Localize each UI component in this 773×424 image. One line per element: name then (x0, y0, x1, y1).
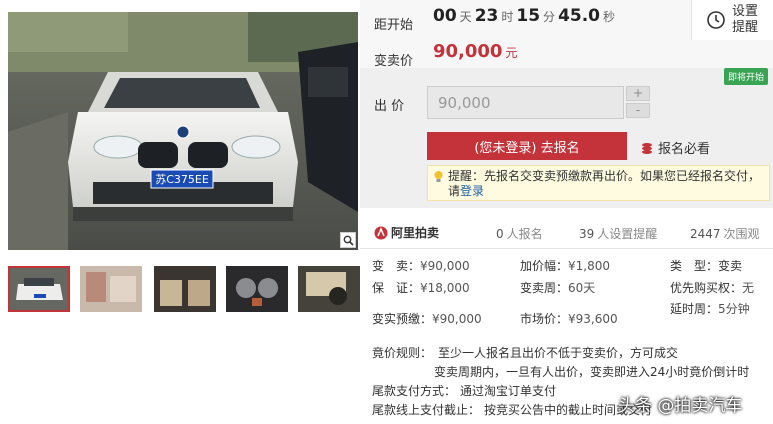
countdown-hours: 23 (474, 6, 499, 26)
priority-value: 无 (742, 281, 755, 295)
watermark-text: 头条 @拍卖汽车 (618, 396, 743, 416)
payment-deadline-label: 尾款线上支付截止： (372, 403, 481, 417)
signup-guide-link[interactable]: 报名必看 (640, 138, 710, 157)
sell-price: 变 卖：¥90,000 (372, 257, 470, 274)
reminder-label: 设置提醒 (732, 4, 759, 35)
tip-text: 先报名交变卖预缴款再出价。如果您已经报名交付，请 (448, 169, 761, 198)
car-illustration: 苏C375EE (8, 12, 358, 250)
clock-icon (707, 11, 725, 29)
reminder-count-value: 39 (579, 227, 595, 241)
payment-method-label: 尾款支付方式： (372, 384, 457, 398)
login-link[interactable]: 登录 (460, 184, 484, 198)
price-unit: 元 (505, 46, 518, 60)
countdown-seconds: 45.0 (558, 6, 601, 26)
view-count-value: 2447 (690, 227, 721, 241)
countdown-days: 00 (433, 6, 457, 26)
thumbnail-1[interactable] (8, 266, 70, 312)
sell-period: 变卖周：60天 (520, 279, 595, 296)
thumbnail-strip (8, 266, 360, 312)
market-price-label: 市场价： (520, 312, 569, 326)
seconds-unit: 秒 (603, 10, 616, 24)
auction-details: 变 卖：¥90,000 保 证：¥18,000 变实预缴：¥90,000 加价幅… (360, 252, 773, 342)
lightbulb-icon (434, 171, 443, 182)
thumbnail-3[interactable] (154, 266, 216, 312)
increment-value: ¥1,800 (568, 259, 611, 273)
market-price: 市场价：¥93,600 (520, 310, 618, 327)
prepayment-label: 变实预缴： (372, 312, 433, 326)
main-car-photo[interactable]: 苏C375EE (8, 12, 358, 250)
bid-increment: 加价幅：¥1,800 (520, 257, 610, 274)
signup-count-value: 0 (496, 227, 504, 241)
period-label: 变卖周： (520, 281, 569, 295)
bid-amount-input[interactable] (427, 86, 624, 119)
price-label: 变卖价 (374, 54, 414, 69)
signup-count-label: 人报名 (506, 227, 543, 241)
view-count-label: 次围观 (723, 227, 760, 241)
rules-text-2: 变卖周期内，一旦有人出价，变卖即进入24小时竟价倒计时 (434, 365, 750, 379)
signup-count: 0 人报名 (496, 225, 543, 242)
deposit-label: 保 证： (372, 281, 421, 295)
license-plate: 苏C375EE (155, 173, 209, 186)
rules-line-1: 竟价规则： 至少一人报名且出价不低于变卖价，方可成交 (372, 344, 772, 363)
logo-text: 阿里拍卖 (391, 226, 440, 240)
countdown-label: 距开始 (374, 18, 414, 33)
status-badge: 即将开始 (723, 68, 768, 85)
reminder-tip: 提醒：先报名交变卖预缴款再出价。如果您已经报名交付，请登录 (427, 165, 770, 201)
delay-value: 5分钟 (718, 302, 750, 316)
tip-title: 提醒： (448, 169, 485, 183)
increment-label: 加价幅： (520, 259, 569, 273)
prepayment: 变实预缴：¥90,000 (372, 310, 482, 327)
days-unit: 天 (459, 10, 472, 24)
delay-period: 延时周：5分钟 (670, 300, 750, 317)
current-price: 90,000 元 (433, 41, 517, 62)
decrease-bid-button[interactable]: - (626, 103, 650, 118)
prepayment-value: ¥90,000 (432, 312, 482, 326)
market-price-value: ¥93,600 (568, 312, 618, 326)
payment-method-value: 通过淘宝订单支付 (460, 384, 557, 398)
rules-text-1: 至少一人报名且出价不低于变卖价，方可成交 (438, 346, 679, 360)
auction-stats-bar: 阿里拍卖 0 人报名 39 人设置提醒 2447 次围观 (360, 215, 773, 249)
thumbnail-4[interactable] (226, 266, 288, 312)
reminder-count-label: 人设置提醒 (597, 227, 658, 241)
auction-type: 类 型：变卖 (670, 257, 742, 274)
sell-price-label: 变 卖： (372, 259, 421, 273)
countdown-panel: 距开始 00 天 23 时 15 分 45.0 秒 设置提醒 变卖价 90,000 元 (360, 0, 773, 69)
rules-line-2: 变卖周期内，一旦有人出价，变卖即进入24小时竟价倒计时 (372, 363, 772, 382)
period-value: 60天 (568, 281, 596, 295)
thumbnail-5[interactable] (298, 266, 360, 312)
countdown-minutes: 15 (516, 6, 541, 26)
magnifier-icon (343, 235, 354, 246)
reminder-count: 39 人设置提醒 (579, 225, 657, 242)
coins-icon (642, 142, 652, 154)
ali-auction-logo: 阿里拍卖 (374, 224, 439, 241)
deposit: 保 证：¥18,000 (372, 279, 470, 296)
hours-unit: 时 (501, 10, 514, 24)
type-value: 变卖 (718, 259, 743, 273)
countdown-timer: 00 天 23 时 15 分 45.0 秒 (433, 6, 618, 26)
type-label: 类 型： (670, 259, 719, 273)
deposit-value: ¥18,000 (420, 281, 470, 295)
signup-guide-label: 报名必看 (658, 142, 711, 157)
rules-title: 竟价规则： (372, 346, 433, 360)
bid-panel: 即将开始 出 价 + - (您未登录) 去报名 报名必看 提醒：先报名交变卖预缴… (360, 68, 773, 208)
zoom-button[interactable] (340, 232, 356, 248)
increase-bid-button[interactable]: + (626, 86, 650, 101)
ali-auction-icon (374, 226, 388, 239)
sell-price-value: ¥90,000 (420, 259, 470, 273)
price-value: 90,000 (433, 41, 503, 62)
set-reminder-button[interactable]: 设置提醒 (691, 0, 773, 40)
minutes-unit: 分 (543, 10, 556, 24)
view-count: 2447 次围观 (690, 225, 760, 242)
bid-label: 出 价 (374, 99, 405, 114)
thumbnail-2[interactable] (80, 266, 142, 312)
delay-label: 延时周： (670, 302, 719, 316)
priority-right: 优先购买权：无 (670, 279, 754, 296)
signup-button[interactable]: (您未登录) 去报名 (427, 132, 627, 160)
priority-label: 优先购买权： (670, 281, 743, 295)
